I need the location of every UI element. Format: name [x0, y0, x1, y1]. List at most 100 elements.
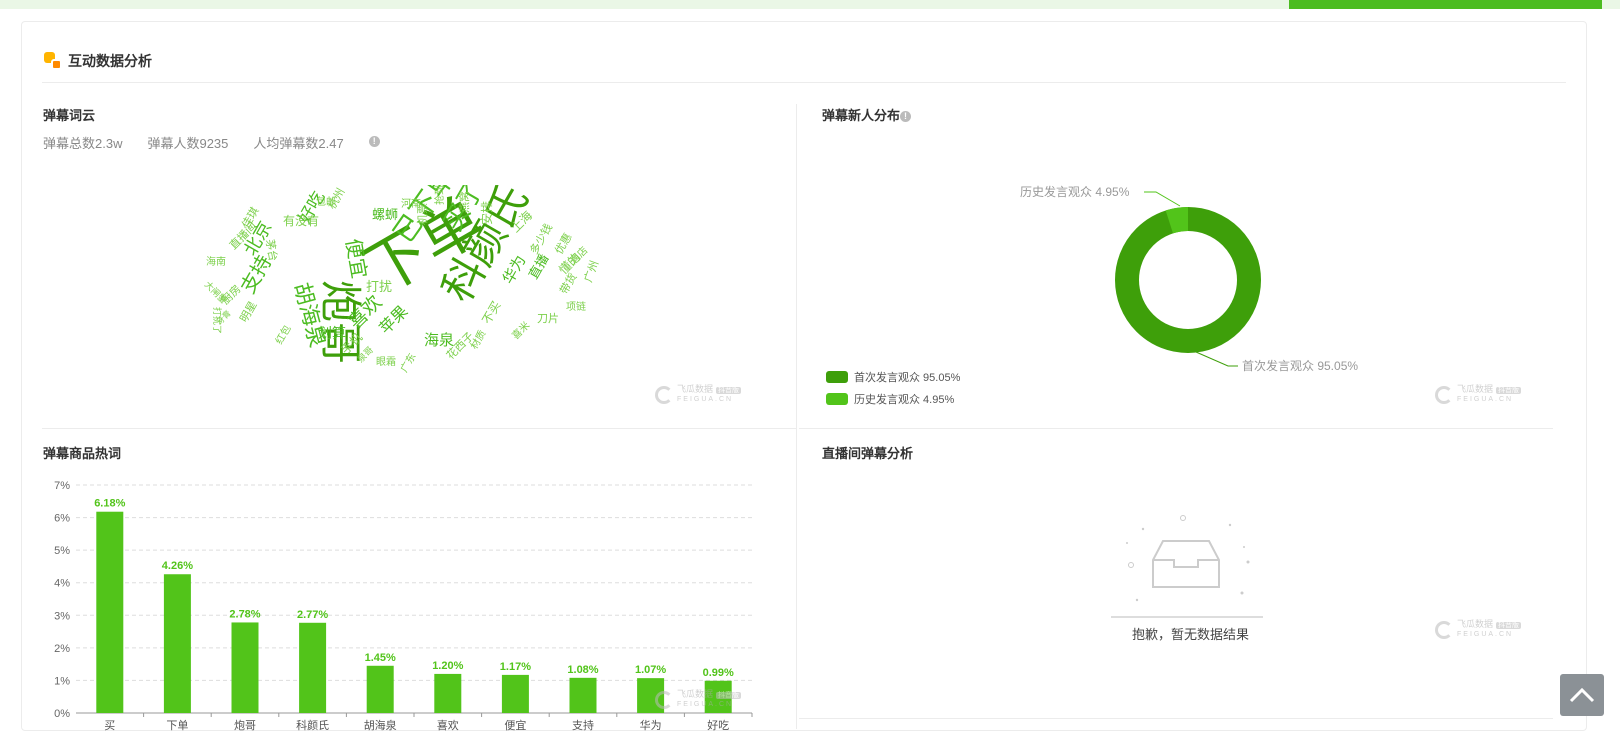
bar[interactable]	[434, 673, 462, 713]
bar[interactable]	[569, 677, 597, 713]
newcomer-title: 弹幕新人分布!	[822, 105, 912, 124]
x-tick-label: 胡海泉	[364, 718, 397, 732]
watermark-badge: 抖音版	[1496, 387, 1522, 394]
watermark-sub: FEIGUA.CN	[1457, 631, 1514, 638]
bar[interactable]	[501, 674, 529, 713]
danmu-avg: 人均弹幕数2.47	[253, 136, 344, 151]
word-cloud-word: 喜米	[509, 319, 532, 342]
scroll-to-top-button[interactable]	[1560, 674, 1604, 716]
watermark-badge: 抖音版	[1496, 622, 1522, 629]
x-tick-label: 炮哥	[234, 719, 256, 732]
live-analysis-title: 直播间弹幕分析	[822, 446, 914, 461]
legend-label-first: 首次发言观众 95.05%	[854, 372, 961, 384]
watermark-logo-icon	[655, 385, 673, 404]
word-cloud-word: 包邮	[316, 195, 336, 208]
bar-value-label: 6.18%	[94, 498, 125, 510]
watermark-logo-icon	[655, 690, 673, 709]
word-cloud-word: 燕窝	[457, 191, 471, 213]
watermark-sub: FEIGUA.CN	[677, 396, 734, 403]
y-tick-label: 6%	[54, 513, 70, 525]
watermark-badge: 抖音版	[716, 387, 742, 394]
bar-value-label: 1.07%	[635, 664, 666, 676]
newcomer-title-text: 弹幕新人分布	[822, 108, 901, 123]
bar-value-label: 1.17%	[500, 661, 531, 673]
x-tick-label: 下单	[166, 719, 188, 732]
callout-line-first	[1195, 351, 1238, 367]
watermark-newcomer: 飞瓜数据 抖音版 FEIGUA.CN	[1435, 384, 1522, 404]
word-cloud-word: 广州	[582, 259, 602, 284]
word-cloud-word: 不买	[479, 299, 503, 327]
word-cloud-word: 带货	[556, 270, 579, 296]
hotwords-bar-chart: 0% 1% 2% 3% 4% 5% 6% 7% 6.18% 买 4.26% 下单 2.78% 炮哥 2.77…	[54, 480, 753, 732]
bar[interactable]	[231, 622, 259, 713]
x-tick-label: 便宜	[504, 718, 526, 732]
y-tick-label: 7%	[54, 480, 70, 492]
section-title: 互动数据分析	[68, 53, 152, 69]
row-divider-left	[42, 428, 796, 429]
bar[interactable]	[366, 665, 394, 713]
legend-label-history: 历史发言观众 4.95%	[854, 394, 955, 406]
word-cloud-word: 刀片	[537, 312, 559, 325]
bar[interactable]	[299, 622, 327, 713]
bottom-divider-right	[799, 718, 1553, 719]
word-cloud-word: 红包	[272, 323, 293, 347]
top-progress-accent	[1289, 0, 1602, 9]
callout-line-history	[1144, 191, 1181, 207]
donut-first-segment[interactable]	[1115, 207, 1261, 353]
x-tick-label: 科颜氏	[296, 718, 329, 732]
bar-value-label: 0.99%	[703, 667, 734, 679]
x-tick-label: 买	[104, 719, 115, 732]
word-cloud-word: 机票	[415, 203, 429, 225]
word-cloud-word: 华为	[500, 253, 530, 287]
word-cloud-word: 有没有	[283, 213, 319, 228]
legend-item-history[interactable]: 历史发言观众 4.95%	[826, 388, 960, 410]
word-cloud-word: 海南	[206, 255, 226, 268]
chevron-up-icon	[1569, 687, 1595, 703]
x-tick-label: 支持	[572, 718, 594, 732]
row-divider-right	[799, 428, 1553, 429]
donut-history-segment[interactable]	[1165, 207, 1189, 234]
legend-swatch-history	[826, 393, 848, 405]
word-cloud-word: 广东	[397, 351, 418, 375]
callout-history: 历史发言观众 4.95%	[1020, 184, 1130, 199]
bar[interactable]	[96, 511, 124, 713]
bar-value-label: 2.78%	[229, 608, 260, 620]
danmu-total: 弹幕总数2.3w	[43, 136, 123, 151]
top-progress-bar	[0, 0, 1620, 9]
info-icon[interactable]: !	[900, 111, 912, 123]
bar-value-label: 1.20%	[432, 660, 463, 672]
x-tick-label: 喜欢	[437, 718, 459, 732]
word-cloud-word: 安排	[479, 201, 494, 225]
bar-value-label: 2.77%	[297, 609, 328, 621]
word-cloud-word: 多少钱	[526, 221, 555, 257]
x-tick-label: 好吃	[707, 718, 729, 732]
bar[interactable]	[163, 574, 191, 713]
legend-item-first[interactable]: 首次发言观众 95.05%	[826, 366, 960, 388]
watermark-logo-icon	[1435, 385, 1453, 404]
watermark-badge: 抖音版	[716, 692, 742, 699]
bar-value-label: 1.45%	[365, 652, 396, 664]
word-cloud-word: 打扰	[366, 279, 392, 294]
bar-value-label: 1.08%	[567, 664, 598, 676]
danmu-cloud-title: 弹幕词云	[43, 108, 96, 123]
word-cloud-word: 明星	[237, 299, 259, 325]
word-cloud-word: 眼霜	[376, 356, 396, 368]
x-tick-label: 华为	[640, 718, 662, 732]
empty-box-icon	[1111, 515, 1263, 618]
y-tick-label: 0%	[54, 708, 70, 720]
y-tick-label: 4%	[54, 578, 70, 590]
watermark-sub: FEIGUA.CN	[677, 701, 734, 708]
newcomer-donut-chart: 历史发言观众 4.95% 首次发言观众 95.05%	[1020, 184, 1358, 373]
word-cloud-word: 螺蛳	[372, 207, 398, 222]
watermark-sub: FEIGUA.CN	[1457, 396, 1514, 403]
vertical-divider	[796, 104, 797, 729]
danmu-stats: 弹幕总数2.3w 弹幕人数9235 人均弹幕数2.47 !	[43, 133, 405, 152]
watermark-text: 飞瓜数据	[677, 384, 714, 394]
watermark-text: 飞瓜数据	[677, 689, 714, 699]
card-header: 互动数据分析	[44, 46, 152, 76]
header-divider	[42, 82, 1566, 83]
watermark-text: 飞瓜数据	[1457, 384, 1494, 394]
section-icon	[44, 52, 62, 70]
info-icon[interactable]: !	[368, 136, 380, 147]
watermark-text: 飞瓜数据	[1457, 619, 1494, 629]
